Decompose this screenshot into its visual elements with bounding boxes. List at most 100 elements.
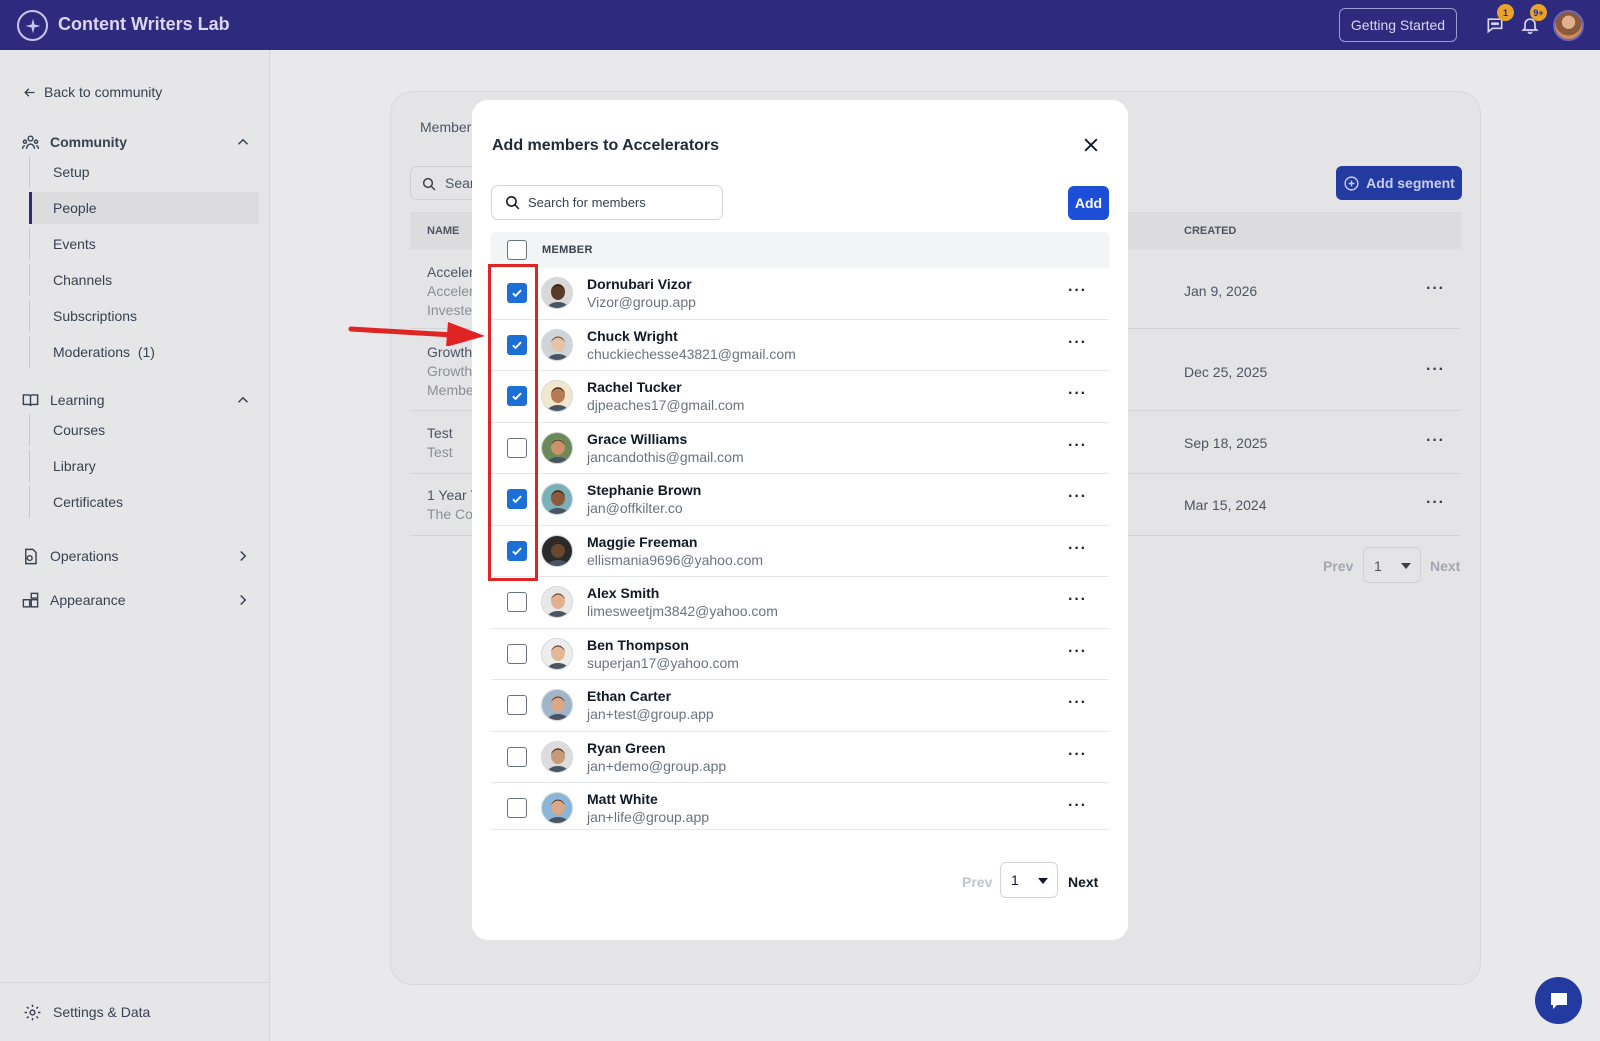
top-bar: Content Writers Lab Getting Started 1 9+ [0,0,1600,50]
chevron-up-icon[interactable] [234,391,252,409]
settings-label: Settings & Data [53,1004,151,1020]
member-avatar [541,689,573,721]
more-icon[interactable]: ··· [1426,361,1445,379]
member-checkbox[interactable] [507,746,527,767]
bg-page-select[interactable]: 1 [1363,547,1421,583]
add-button[interactable]: Add [1068,186,1109,220]
more-options-icon[interactable]: ··· [1068,540,1087,558]
bg-pagination-next[interactable]: Next [1430,558,1460,574]
more-options-icon[interactable]: ··· [1068,591,1087,609]
member-row[interactable]: Ben Thompson superjan17@yahoo.com ··· [491,629,1109,680]
column-name: NAME [427,225,460,237]
member-email: jan+demo@group.app [587,757,727,774]
member-avatar [541,740,573,773]
app-logo-icon[interactable] [17,10,48,41]
chevron-right-icon[interactable] [234,591,252,609]
member-search[interactable] [491,185,723,220]
more-icon[interactable]: ··· [1426,280,1445,298]
more-options-icon[interactable]: ··· [1068,643,1087,661]
page-select[interactable]: 1 [1000,862,1058,898]
more-options-icon[interactable]: ··· [1068,694,1087,712]
member-checkbox[interactable] [507,798,527,818]
member-name: Maggie Freeman [587,533,698,550]
sidebar-item-events[interactable]: Events [29,228,259,260]
more-options-icon[interactable]: ··· [1068,282,1087,300]
add-segment-label: Add segment [1366,175,1455,191]
segment-created: Jan 9, 2026 [1184,283,1258,299]
member-checkbox[interactable] [507,643,527,664]
sidebar-item-courses[interactable]: Courses [29,414,259,446]
sidebar-section-learning[interactable]: Learning [20,388,252,412]
add-segment-button[interactable]: Add segment [1336,166,1462,200]
support-chat-button[interactable] [1535,977,1582,1024]
member-name: Ben Thompson [587,636,689,653]
member-email: superjan17@yahoo.com [587,654,739,671]
segments-search-input[interactable]: Sear [410,166,480,200]
sidebar-item-setup[interactable]: Setup [29,156,259,188]
pagination-prev[interactable]: Prev [962,874,992,890]
segment-created: Mar 15, 2024 [1184,497,1267,513]
segment-desc: Membe [427,382,474,398]
member-name: Alex Smith [587,585,660,601]
more-options-icon[interactable]: ··· [1068,797,1087,815]
search-icon [422,177,436,191]
segment-name: Growth [427,344,473,360]
member-row[interactable]: Matt White jan+life@group.app ··· [491,783,1109,829]
member-row[interactable]: Chuck Wright chuckiechesse43821@gmail.com… [491,320,1109,371]
more-icon[interactable]: ··· [1426,494,1445,512]
chevron-up-icon[interactable] [234,133,252,151]
members-tab[interactable]: Member [420,119,471,135]
annotation-arrow-icon [348,322,485,346]
member-email: jan+life@group.app [587,809,710,825]
member-email: jancandothis@gmail.com [587,448,744,465]
members-list[interactable]: Dornubari Vizor Vizor@group.app ··· Chuck W… [491,268,1109,830]
member-row[interactable]: Rachel Tucker djpeaches17@gmail.com ··· [491,371,1109,423]
member-row[interactable]: Ethan Carter jan+test@group.app ··· [491,680,1109,732]
member-email: ellismania9696@yahoo.com [587,551,764,568]
member-row[interactable]: Ryan Green jan+demo@group.app ··· [491,732,1109,783]
sidebar: Back to community Community Setup People… [0,50,270,1041]
member-email: jan+test@group.app [587,706,714,722]
pagination-next[interactable]: Next [1068,874,1098,890]
member-row[interactable]: Maggie Freeman ellismania9696@yahoo.com ··… [491,526,1109,577]
sidebar-item-channels[interactable]: Channels [29,264,259,296]
more-icon[interactable]: ··· [1426,432,1445,450]
sidebar-item-library[interactable]: Library [29,450,259,482]
more-options-icon[interactable]: ··· [1068,437,1087,455]
sidebar-section-appearance[interactable]: Appearance [20,588,252,612]
sidebar-section-operations[interactable]: Operations [20,544,252,568]
member-row[interactable]: Grace Williams jancandothis@gmail.com ··· [491,423,1109,474]
add-members-modal: Add members to Accelerators Add MEMBER D… [472,100,1128,940]
chevron-right-icon[interactable] [234,547,252,565]
segment-created: Sep 18, 2025 [1184,435,1268,451]
member-name: Dornubari Vizor [587,276,692,292]
sidebar-item-people[interactable]: People [29,192,259,224]
select-all-checkbox[interactable] [507,240,527,260]
more-options-icon[interactable]: ··· [1068,746,1087,764]
member-search-input[interactable] [528,195,708,210]
more-options-icon[interactable]: ··· [1068,488,1087,506]
user-avatar[interactable] [1553,10,1584,41]
member-checkbox[interactable] [507,695,527,715]
more-options-icon[interactable]: ··· [1068,334,1087,352]
sidebar-item-moderations[interactable]: Moderations (1) [29,336,259,368]
bg-pagination-prev[interactable]: Prev [1323,558,1353,574]
member-row[interactable]: Stephanie Brown jan@offkilter.co ··· [491,474,1109,526]
annotation-highlight-box [488,264,538,581]
member-row[interactable]: Alex Smith limesweetjm3842@yahoo.com ··· [491,577,1109,629]
sidebar-item-subscriptions[interactable]: Subscriptions [29,300,259,332]
chat-bubble-icon [1550,992,1567,1009]
app-title[interactable]: Content Writers Lab [58,14,230,35]
member-name: Ethan Carter [587,688,672,704]
segment-name: Acceler [427,264,474,280]
sidebar-section-community[interactable]: Community [20,130,252,154]
member-checkbox[interactable] [507,592,527,612]
getting-started-button[interactable]: Getting Started [1339,8,1457,42]
sidebar-item-certificates[interactable]: Certificates [29,486,259,518]
more-options-icon[interactable]: ··· [1068,385,1087,403]
back-to-community-link[interactable]: Back to community [22,84,162,100]
close-icon[interactable] [1081,135,1101,155]
settings-data-link[interactable]: Settings & Data [0,982,270,1041]
member-name: Rachel Tucker [587,379,682,395]
member-row[interactable]: Dornubari Vizor Vizor@group.app ··· [491,268,1109,320]
